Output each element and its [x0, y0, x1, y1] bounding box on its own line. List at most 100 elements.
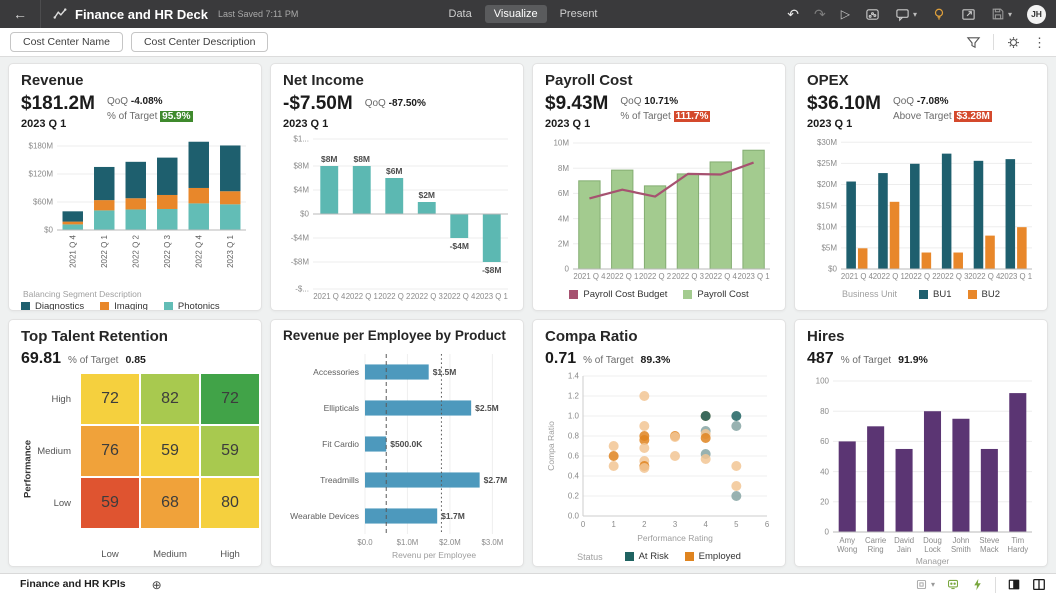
svg-text:0: 0	[581, 520, 586, 529]
retention-heatmap[interactable]: Performance High 72 82 72 Medium 76 59 59 Low 59 6…	[21, 374, 259, 566]
payroll-qoq-label: QoQ	[620, 96, 642, 107]
open-window-icon[interactable]	[961, 7, 976, 22]
svg-text:6M: 6M	[558, 189, 569, 198]
account-avatar[interactable]: JH	[1027, 4, 1046, 24]
svg-text:40: 40	[820, 467, 829, 476]
comments-icon[interactable]: ▾	[895, 7, 917, 22]
card-top-talent-retention: Top Talent Retention 69.81 % of Target 0…	[8, 319, 262, 567]
heatmap-cell[interactable]: 59	[141, 426, 199, 476]
save-icon[interactable]: ▾	[991, 7, 1012, 21]
heatmap-cell[interactable]: 82	[141, 374, 199, 424]
layout-dark-icon[interactable]	[1007, 578, 1021, 591]
heatmap-row-label: High	[51, 393, 71, 405]
heatmap-cell[interactable]: 80	[201, 478, 259, 528]
hires-value: 487	[807, 350, 834, 367]
svg-text:$15M: $15M	[817, 201, 837, 210]
heatmap-cell[interactable]: 59	[81, 478, 139, 528]
tab-present[interactable]: Present	[551, 5, 607, 23]
heatmap-cell[interactable]: 76	[81, 426, 139, 476]
hires-title: Hires	[807, 328, 845, 345]
heatmap-row-label: Medium	[37, 445, 71, 457]
svg-text:Wearable Devices: Wearable Devices	[290, 511, 359, 521]
payroll-value: $9.43M	[545, 93, 609, 114]
svg-text:2M: 2M	[558, 239, 569, 248]
svg-text:$2.5M: $2.5M	[475, 403, 499, 413]
svg-text:$0: $0	[44, 226, 53, 235]
svg-text:0.4: 0.4	[568, 472, 580, 481]
svg-text:100: 100	[816, 377, 830, 386]
tab-visualize[interactable]: Visualize	[484, 5, 547, 23]
svg-text:60: 60	[820, 437, 829, 446]
svg-text:Compa Ratio: Compa Ratio	[546, 421, 556, 471]
heatmap-cell[interactable]: 72	[81, 374, 139, 424]
sparkle-icon[interactable]	[971, 578, 984, 591]
net-income-chart[interactable]: $1... $8M $4M $0 -$4M -$8M -$... 2021 Q 4 2022 Q…	[283, 132, 511, 307]
svg-text:-$...: -$...	[295, 285, 309, 294]
payroll-target-badge: 111.7%	[673, 111, 711, 122]
filter-chip-cost-center-name[interactable]: Cost Center Name	[10, 32, 123, 52]
back-button[interactable]: ←	[0, 0, 41, 28]
legend-item[interactable]: Diagnostics	[21, 301, 84, 310]
legend-item[interactable]: BU2	[967, 289, 1000, 300]
card-hires: Hires 487 % of Target 91.9% 0 20 40 60 80 100…	[794, 319, 1048, 567]
rpe-chart[interactable]: $0.0 $1.0M $2.0M $3.0M Accessories $1.5M Ellip…	[283, 348, 511, 565]
heatmap-cell[interactable]: 59	[201, 426, 259, 476]
svg-text:$0: $0	[300, 210, 309, 219]
data-guide-icon[interactable]	[1006, 35, 1021, 50]
filter-icon[interactable]	[966, 35, 981, 50]
new-sheet-icon[interactable]: ⊕	[152, 578, 162, 592]
payroll-legend: Payroll Cost Budget Payroll Cost	[545, 289, 773, 300]
svg-text:2022 Q 3: 2022 Q 3	[672, 272, 704, 281]
opex-chart[interactable]: $0 $5M $10M $15M $20M $25M $30M 2021 Q 4 2022 Q …	[807, 132, 1035, 287]
insights-bulb-icon[interactable]	[932, 7, 946, 22]
svg-text:$3.0M: $3.0M	[482, 538, 504, 547]
svg-text:1.4: 1.4	[568, 372, 580, 381]
payroll-chart[interactable]: 0 2M 4M 6M 8M 10M 2021 Q 4 2022 Q 1 2022 Q 2 2022…	[545, 132, 773, 287]
svg-text:0.0: 0.0	[568, 512, 580, 521]
legend-item[interactable]: Employed	[684, 551, 741, 562]
legend-item[interactable]: Photonics	[163, 301, 220, 310]
svg-text:$2.7M: $2.7M	[484, 475, 508, 485]
workbook-title: Finance and HR Deck	[75, 6, 208, 22]
metrics-icon[interactable]	[865, 7, 880, 22]
data-guide-green-icon[interactable]	[946, 578, 960, 591]
tab-data[interactable]: Data	[440, 5, 481, 23]
undo-icon[interactable]: ↶	[787, 6, 799, 23]
svg-text:$1.0M: $1.0M	[397, 538, 419, 547]
legend-item[interactable]: At Risk	[624, 551, 669, 562]
svg-text:2022 Q 3: 2022 Q 3	[163, 234, 172, 267]
compa-chart[interactable]: 0.0 0.2 0.4 0.6 0.8 1.0 1.2 1.4 0 1 2 3 4 5 6 Performan…	[545, 370, 773, 549]
more-menu-icon[interactable]: ⋮	[1033, 36, 1046, 49]
svg-text:TimHardy: Tim Hardy	[1007, 536, 1028, 554]
svg-text:$2M: $2M	[418, 190, 435, 200]
heatmap-col-label: High	[220, 549, 240, 560]
heatmap-cell[interactable]: 72	[201, 374, 259, 424]
svg-text:2022 Q 2: 2022 Q 2	[378, 292, 410, 301]
sheet-tab-finance-hr-kpis[interactable]: Finance and HR KPIs	[10, 574, 138, 595]
legend-item[interactable]: Payroll Cost	[683, 289, 749, 300]
net-income-title: Net Income	[283, 72, 364, 89]
device-layouts-icon[interactable]: ▾	[915, 578, 935, 591]
redo-icon[interactable]: ↷	[814, 6, 826, 23]
legend-item[interactable]: BU1	[919, 289, 952, 300]
card-net-income: Net Income -$7.50M 2023 Q 1 QoQ -87.50% …	[270, 63, 524, 311]
opex-title: OPEX	[807, 72, 849, 89]
revenue-chart[interactable]: $0 $60M $120M $180M 2021 Q 4 2022 Q 1 2022 Q 2…	[21, 132, 249, 287]
svg-text:$5M: $5M	[821, 243, 837, 252]
svg-text:2023 Q 1: 2023 Q 1	[738, 272, 770, 281]
play-icon[interactable]: ▷	[841, 7, 850, 21]
legend-item[interactable]: Imaging	[100, 301, 148, 310]
svg-text:2021 Q 4: 2021 Q 4	[841, 272, 874, 281]
hires-chart[interactable]: 0 20 40 60 80 100 Amy Wong Carrie Ring David Jain Do…	[807, 370, 1035, 566]
svg-text:0.6: 0.6	[568, 452, 580, 461]
net-income-qoq-label: QoQ	[364, 98, 386, 109]
svg-text:2022 Q 3: 2022 Q 3	[936, 272, 968, 281]
layout-split-icon[interactable]	[1032, 578, 1046, 591]
heatmap-cell[interactable]: 68	[141, 478, 199, 528]
svg-text:0: 0	[565, 265, 570, 274]
svg-text:-$4M: -$4M	[450, 241, 469, 251]
legend-item[interactable]: Payroll Cost Budget	[569, 289, 667, 300]
revenue-value: $181.2M	[21, 93, 95, 114]
filter-chip-cost-center-description[interactable]: Cost Center Description	[130, 32, 269, 52]
svg-text:6: 6	[765, 520, 769, 529]
